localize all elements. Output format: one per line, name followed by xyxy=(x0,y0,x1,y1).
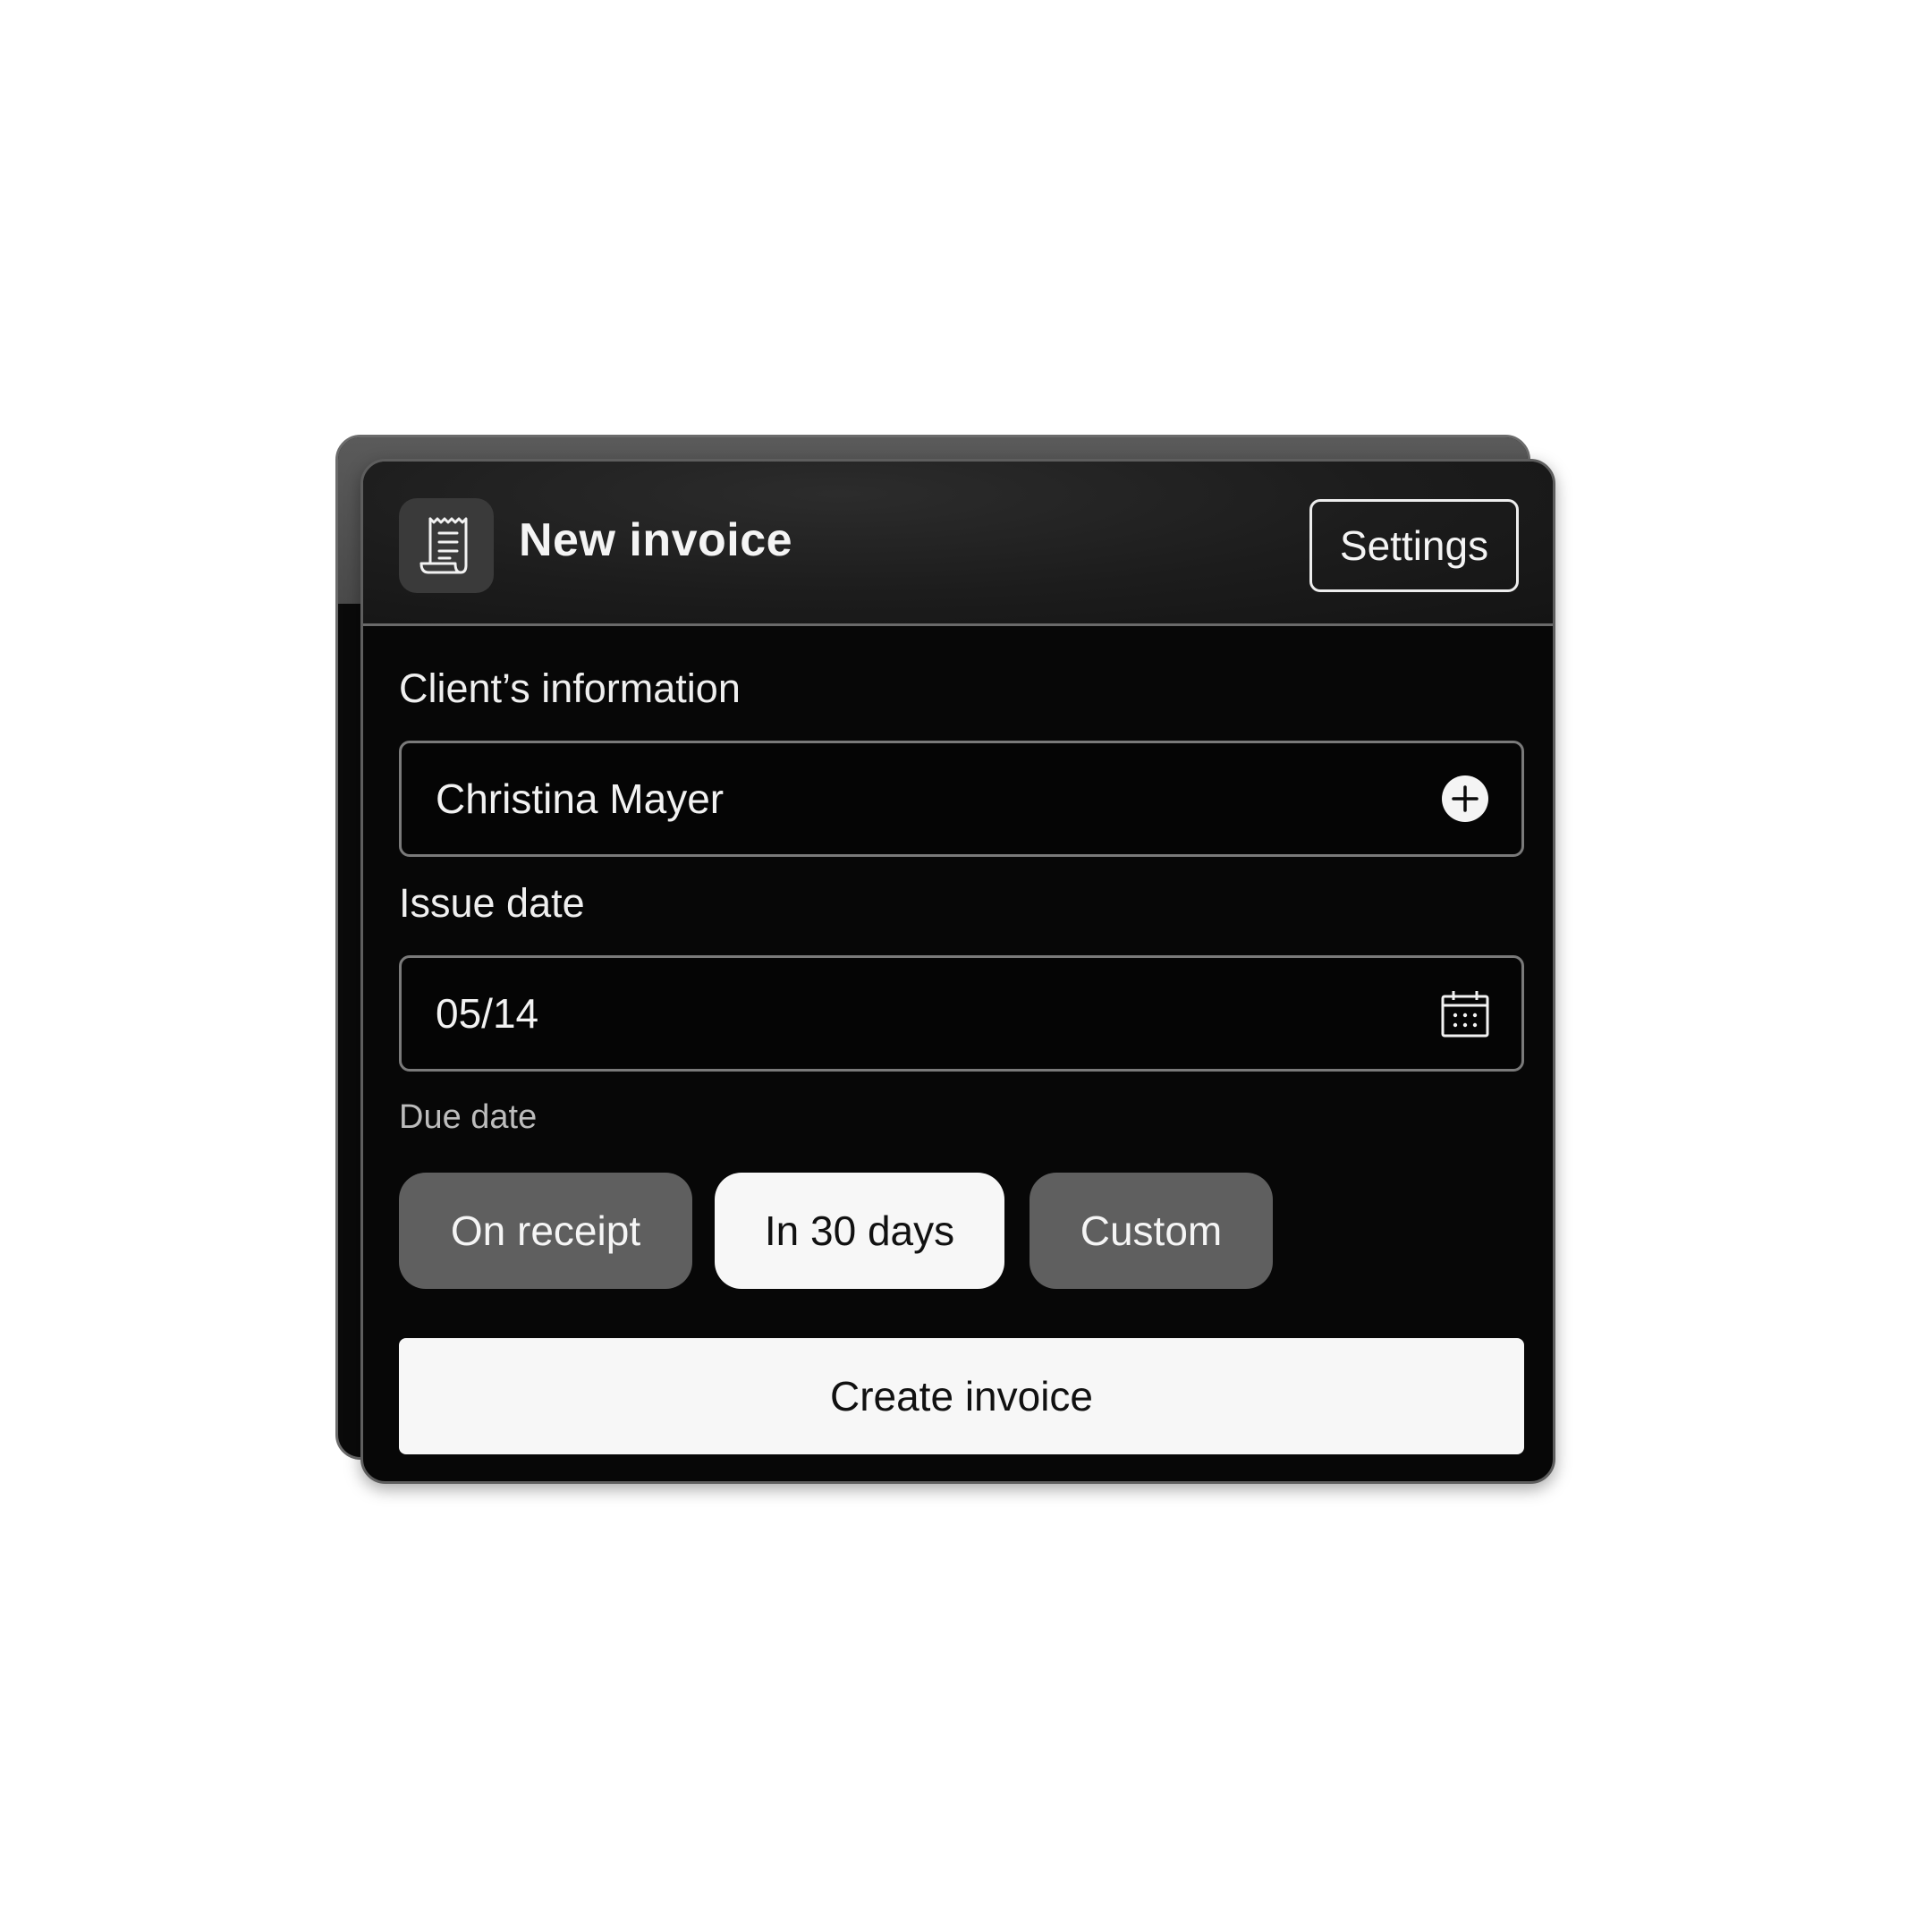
plus-circle-icon[interactable] xyxy=(1441,775,1489,823)
client-field[interactable]: Christina Mayer xyxy=(399,741,1524,857)
stage: New invoice Settings Client’s informatio… xyxy=(0,0,1932,1932)
client-name-value: Christina Mayer xyxy=(436,775,724,822)
create-invoice-button[interactable]: Create invoice xyxy=(399,1338,1524,1454)
calendar-icon[interactable] xyxy=(1441,989,1489,1038)
card-header: New invoice Settings xyxy=(363,462,1553,626)
due-option-custom[interactable]: Custom xyxy=(1030,1173,1273,1289)
new-invoice-card: New invoice Settings Client’s informatio… xyxy=(360,459,1555,1484)
settings-button[interactable]: Settings xyxy=(1309,499,1519,592)
issue-date-field[interactable]: 05/14 xyxy=(399,955,1524,1072)
card-title: New invoice xyxy=(519,514,793,566)
due-date-label: Due date xyxy=(399,1098,538,1136)
issue-date-value: 05/14 xyxy=(436,990,539,1037)
client-info-label: Client’s information xyxy=(399,665,741,711)
due-option-on-receipt[interactable]: On receipt xyxy=(399,1173,692,1289)
due-option-in-30-days[interactable]: In 30 days xyxy=(715,1173,1004,1289)
issue-date-label: Issue date xyxy=(399,880,585,926)
receipt-icon xyxy=(399,498,494,593)
